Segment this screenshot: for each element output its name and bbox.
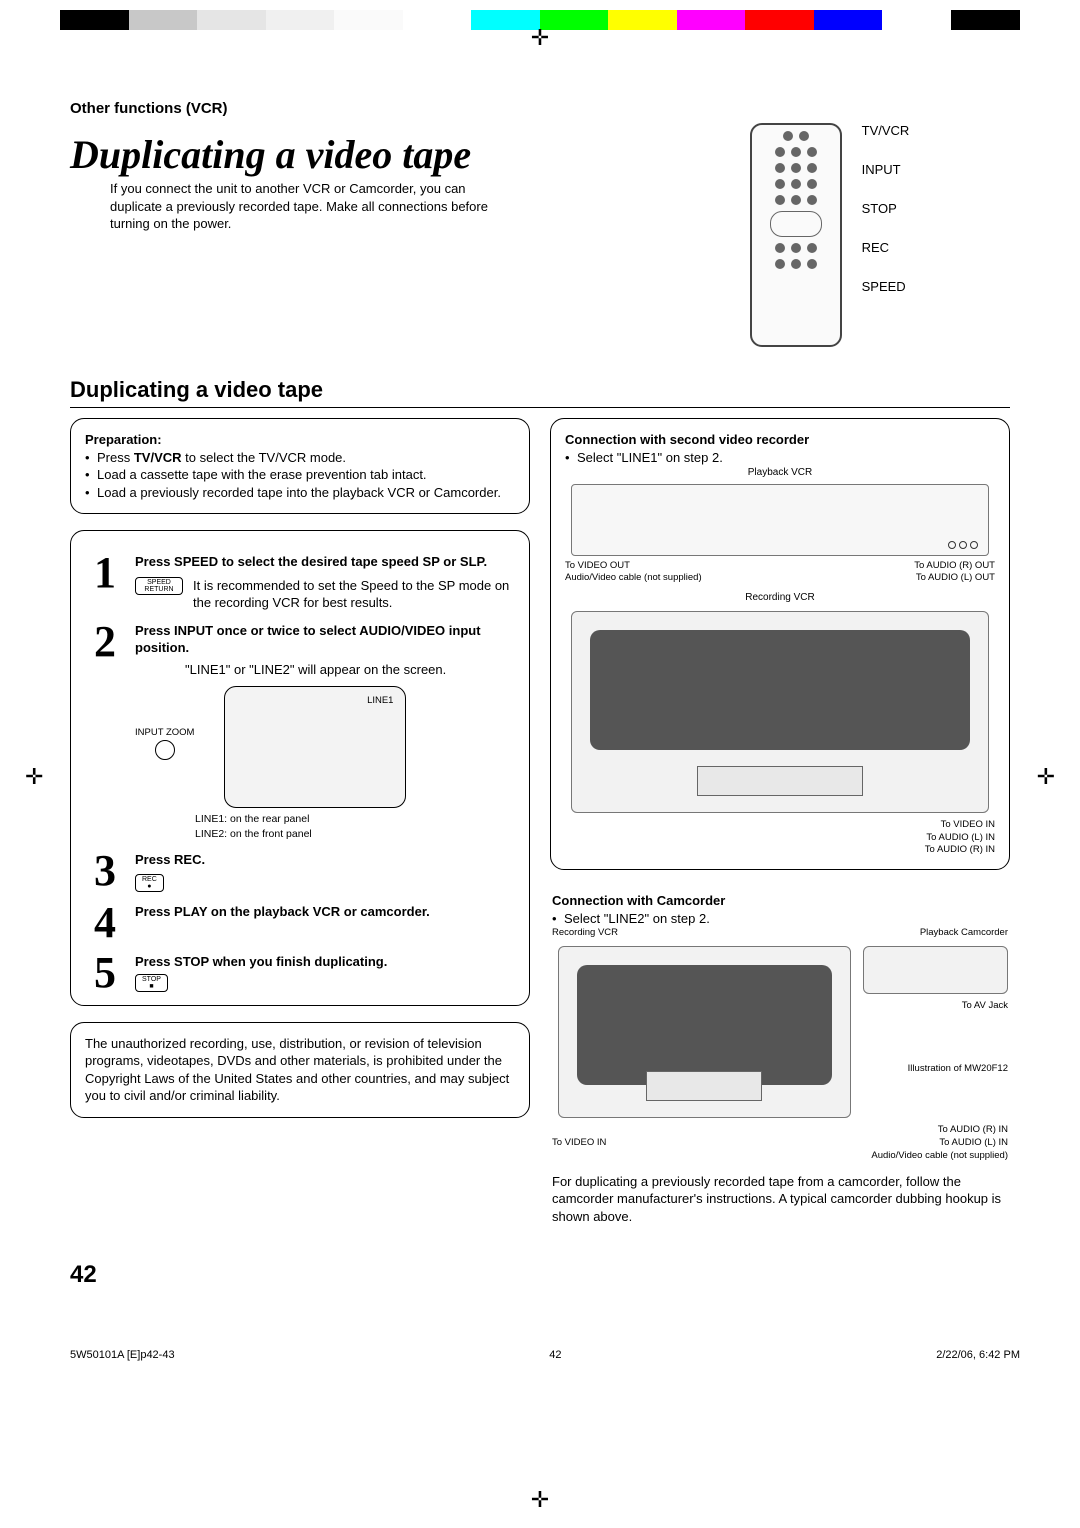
conn-vcr-title: Connection with second video recorder xyxy=(565,431,995,449)
playback-vcr-illustration xyxy=(571,484,989,556)
camcorder-note: For duplicating a previously recorded ta… xyxy=(552,1173,1008,1226)
line1-def: LINE1: on the rear panel xyxy=(195,812,515,826)
footer-page: 42 xyxy=(549,1349,561,1361)
steps-box: 1 Press SPEED to select the desired tape… xyxy=(70,530,530,1005)
disclaimer-box: The unauthorized recording, use, distrib… xyxy=(70,1022,530,1118)
page-number: 42 xyxy=(70,1261,1010,1289)
speed-button-icon: SPEED RETURN xyxy=(135,577,183,595)
to-audio-l-in-label: To AUDIO (L) IN xyxy=(565,832,995,845)
footer-date: 2/22/06, 6:42 PM xyxy=(936,1349,1020,1361)
right-column: Connection with second video recorder Se… xyxy=(550,418,1010,1247)
preparation-box: Preparation: Press TV/VCR to select the … xyxy=(70,418,530,514)
illustration-label: Illustration of MW20F12 xyxy=(863,1063,1008,1076)
page-title: Duplicating a video tape xyxy=(70,131,730,178)
step-1-body: It is recommended to set the Speed to th… xyxy=(193,577,515,612)
step-3: 3 Press REC. REC● xyxy=(85,851,515,893)
remote-diagram: TV/VCR INPUT STOP REC SPEED xyxy=(750,123,1010,347)
step-4-head: Press PLAY on the playback VCR or camcor… xyxy=(135,904,430,919)
callout-stop: STOP xyxy=(862,201,910,216)
recording-vcr-illustration-2 xyxy=(558,946,851,1118)
to-audio-r-in-label: To AUDIO (R) IN xyxy=(565,844,995,857)
subheading: Duplicating a video tape xyxy=(70,377,1010,403)
callout-speed: SPEED xyxy=(862,279,910,294)
step-4: 4 Press PLAY on the playback VCR or camc… xyxy=(85,903,515,943)
registration-mark-bottom: ✛ xyxy=(531,1487,549,1513)
divider xyxy=(70,407,1010,408)
input-zoom-label: INPUT ZOOM xyxy=(135,727,194,740)
to-av-jack-label: To AV Jack xyxy=(863,1000,1008,1013)
to-audio-l-out-label: To AUDIO (L) OUT xyxy=(916,572,995,585)
print-footer: 5W50101A [E]p42-43 42 2/22/06, 6:42 PM xyxy=(70,1349,1020,1361)
conn-cam-title: Connection with Camcorder xyxy=(552,892,1008,910)
recording-vcr-illustration xyxy=(571,611,989,813)
camcorder-illustration xyxy=(863,946,1008,994)
page-intro: If you connect the unit to another VCR o… xyxy=(110,180,520,233)
playback-cam-label: Playback Camcorder xyxy=(920,927,1008,940)
step-3-head: Press REC. xyxy=(135,852,205,867)
registration-mark-top: ✛ xyxy=(531,25,549,51)
screen-line1-label: LINE1 xyxy=(367,695,393,708)
to-video-in-label2: To VIDEO IN xyxy=(552,1137,606,1150)
step-1-head: Press SPEED to select the desired tape s… xyxy=(135,554,487,569)
left-column: Preparation: Press TV/VCR to select the … xyxy=(70,418,530,1247)
callout-tvvcr: TV/VCR xyxy=(862,123,910,138)
line2-def: LINE2: on the front panel xyxy=(195,827,515,841)
connection-vcr-box: Connection with second video recorder Se… xyxy=(550,418,1010,870)
preparation-title: Preparation: xyxy=(85,431,515,449)
rec-button-icon: REC● xyxy=(135,874,164,892)
callout-input: INPUT xyxy=(862,162,910,177)
av-cable-label: Audio/Video cable (not supplied) xyxy=(565,572,702,585)
footer-file: 5W50101A [E]p42-43 xyxy=(70,1349,175,1361)
step-2-head: Press INPUT once or twice to select AUDI… xyxy=(135,623,481,656)
to-video-out-label: To VIDEO OUT xyxy=(565,560,630,573)
input-button-icon xyxy=(155,740,175,760)
preparation-item3: Load a previously recorded tape into the… xyxy=(85,484,515,502)
remote-control-illustration xyxy=(750,123,842,347)
conn-cam-note: Select "LINE2" on step 2. xyxy=(552,910,1008,928)
to-audio-l-in-label2: To AUDIO (L) IN xyxy=(939,1137,1008,1150)
step-2-body: "LINE1" or "LINE2" will appear on the sc… xyxy=(185,661,515,679)
preparation-item2: Load a cassette tape with the erase prev… xyxy=(85,466,515,484)
callout-rec: REC xyxy=(862,240,910,255)
section-label: Other functions (VCR) xyxy=(70,100,1010,117)
step-5-head: Press STOP when you finish duplicating. xyxy=(135,954,387,969)
page-content: Other functions (VCR) Duplicating a vide… xyxy=(0,60,1080,1319)
av-cable-label2: Audio/Video cable (not supplied) xyxy=(552,1150,1008,1163)
playback-vcr-label: Playback VCR xyxy=(565,466,995,480)
step-5: 5 Press STOP when you finish duplicating… xyxy=(85,953,515,993)
remote-callouts: TV/VCR INPUT STOP REC SPEED xyxy=(862,123,910,318)
recording-vcr-label: Recording VCR xyxy=(565,591,995,605)
connection-camcorder-box: Connection with Camcorder Select "LINE2"… xyxy=(550,886,1010,1231)
to-video-in-label: To VIDEO IN xyxy=(565,819,995,832)
tv-screen-illustration: LINE1 xyxy=(224,686,406,808)
step-1: 1 Press SPEED to select the desired tape… xyxy=(85,553,515,612)
to-audio-r-in-label2: To AUDIO (R) IN xyxy=(938,1124,1008,1137)
step-2: 2 Press INPUT once or twice to select AU… xyxy=(85,622,515,841)
to-audio-r-out-label: To AUDIO (R) OUT xyxy=(914,560,995,573)
preparation-item1: Press TV/VCR to select the TV/VCR mode. xyxy=(85,449,515,467)
stop-button-icon: STOP■ xyxy=(135,974,168,992)
recording-vcr-label2: Recording VCR xyxy=(552,927,618,940)
conn-vcr-note: Select "LINE1" on step 2. xyxy=(565,449,995,467)
